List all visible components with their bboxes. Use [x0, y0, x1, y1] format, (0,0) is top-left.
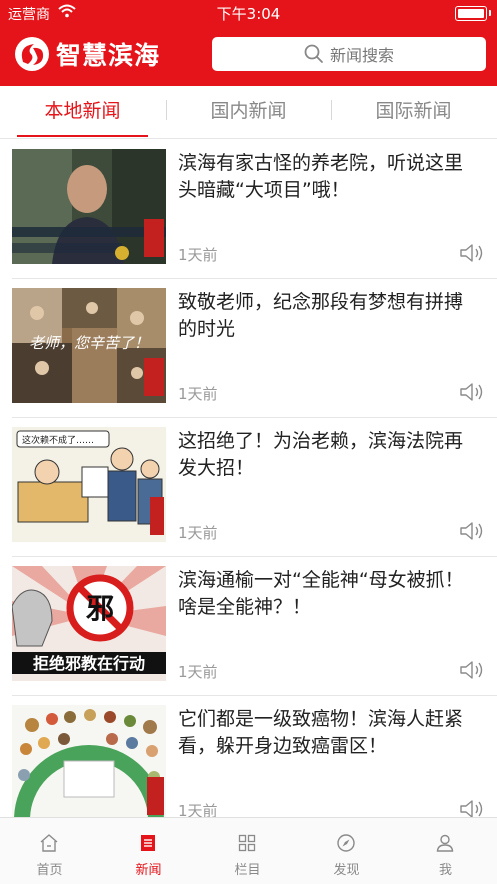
nav-me[interactable]: 我: [396, 818, 495, 884]
nav-label: 首页: [36, 863, 63, 878]
news-icon: [141, 835, 155, 851]
nav-label: 栏目: [234, 863, 261, 878]
tab-local-news[interactable]: 本地新闻: [0, 86, 165, 138]
nav-news[interactable]: 新闻: [99, 818, 198, 884]
thumbnail-caption: 拒绝邪教在行动: [33, 654, 145, 673]
news-time: 1天前: [178, 524, 218, 542]
nav-discover[interactable]: 发现: [297, 818, 396, 884]
battery-icon: [455, 6, 491, 21]
user-icon: [436, 834, 454, 852]
news-thumbnail[interactable]: 这次赖不成了……: [12, 427, 166, 542]
news-thumbnail[interactable]: 邪 拒绝邪教在行动: [12, 566, 166, 681]
speaker-icon[interactable]: [459, 381, 485, 403]
bottom-nav: 首页 新闻 栏目 发现 我: [0, 817, 497, 884]
nav-label: 我: [438, 863, 452, 878]
news-item[interactable]: 它们都是一级致癌物！滨海人赶紧看，躲开身边致癌雷区！ 1天前: [0, 696, 497, 817]
search-input[interactable]: 新闻搜索: [212, 37, 486, 71]
speaker-icon[interactable]: [459, 242, 485, 264]
news-thumbnail[interactable]: [12, 705, 166, 817]
tab-divider: [331, 100, 332, 120]
logo-icon: [15, 37, 49, 71]
news-time: 1天前: [178, 385, 218, 403]
search-icon: [304, 44, 323, 63]
news-title[interactable]: 它们都是一级致癌物！滨海人赶紧看，躲开身边致癌雷区！: [178, 706, 478, 760]
svg-text:邪: 邪: [85, 592, 114, 625]
speaker-icon[interactable]: [459, 520, 485, 542]
tab-domestic-news[interactable]: 国内新闻: [166, 86, 331, 138]
news-title[interactable]: 滨海通榆一对“全能神“母女被抓！啥是全能神？！: [178, 567, 478, 621]
clock: 下午3:04: [216, 5, 281, 23]
grid-icon: [238, 834, 256, 852]
status-bar: 运营商 下午3:04: [0, 0, 497, 26]
speaker-icon[interactable]: [459, 798, 485, 817]
news-item[interactable]: 老师，您辛苦了！ 致敬老师，纪念那段有梦想有拼搏的时光 1天前: [0, 279, 497, 418]
news-list: 滨海有家古怪的养老院，听说这里头暗藏“大项目”哦！ 1天前 老师，您辛苦了！ 致…: [0, 140, 497, 817]
news-thumbnail[interactable]: [12, 149, 166, 264]
news-item[interactable]: 滨海有家古怪的养老院，听说这里头暗藏“大项目”哦！ 1天前: [0, 140, 497, 279]
news-title[interactable]: 滨海有家古怪的养老院，听说这里头暗藏“大项目”哦！: [178, 150, 478, 204]
compass-icon: [337, 834, 355, 852]
news-item[interactable]: 这次赖不成了…… 这招绝了！为治老赖，滨海法院再发大招！ 1天前: [0, 418, 497, 557]
news-item[interactable]: 邪 拒绝邪教在行动 滨海通榆一对“全能神“母女被抓！啥是全能神？！ 1天前: [0, 557, 497, 696]
news-thumbnail[interactable]: 老师，您辛苦了！: [12, 288, 166, 403]
news-title[interactable]: 致敬老师，纪念那段有梦想有拼搏的时光: [178, 289, 478, 343]
news-time: 1天前: [178, 663, 218, 681]
app-logo: 智慧滨海: [14, 36, 160, 72]
nav-label: 发现: [333, 863, 360, 878]
nav-label: 新闻: [135, 863, 162, 878]
speaker-icon[interactable]: [459, 659, 485, 681]
home-icon: [40, 834, 58, 852]
nav-home[interactable]: 首页: [0, 818, 99, 884]
tab-international-news[interactable]: 国际新闻: [331, 86, 496, 138]
thumbnail-caption: 老师，您辛苦了！: [29, 334, 149, 352]
nav-columns[interactable]: 栏目: [198, 818, 297, 884]
news-time: 1天前: [178, 246, 218, 264]
search-placeholder: 新闻搜索: [329, 46, 394, 65]
tab-divider: [166, 100, 167, 120]
news-tabs: 本地新闻 国内新闻 国际新闻: [0, 86, 497, 139]
app-name: 智慧滨海: [56, 41, 161, 70]
thumbnail-caption: 这次赖不成了……: [22, 434, 94, 446]
news-time: 1天前: [178, 802, 218, 817]
news-title[interactable]: 这招绝了！为治老赖，滨海法院再发大招！: [178, 428, 478, 482]
